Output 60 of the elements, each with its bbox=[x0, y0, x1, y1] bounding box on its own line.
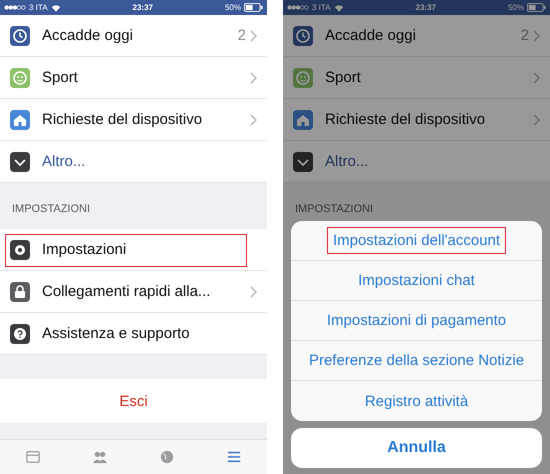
item-label: Accadde oggi bbox=[325, 27, 417, 44]
sheet-option[interactable]: Impostazioni chat bbox=[291, 261, 542, 301]
clock-time: 23:37 bbox=[132, 3, 154, 12]
count-label: 2 bbox=[520, 27, 529, 44]
count-label: 2 bbox=[238, 27, 246, 44]
smiley-ball-icon bbox=[10, 68, 30, 88]
item-label: Sport bbox=[325, 69, 362, 86]
sheet-option[interactable]: Impostazioni di pagamento bbox=[291, 301, 542, 341]
item-label: Sport bbox=[42, 69, 79, 86]
menu-item[interactable]: Richieste del dispositivo bbox=[0, 99, 267, 141]
menu-item[interactable]: Altro... bbox=[0, 141, 267, 183]
clock-icon bbox=[293, 26, 313, 46]
menu-item[interactable]: Collegamenti rapidi alla... bbox=[0, 271, 267, 313]
menu-item[interactable]: Impostazioni bbox=[0, 229, 267, 271]
carrier-name: 3 ITA bbox=[29, 3, 48, 12]
item-label: Altro... bbox=[325, 153, 370, 170]
battery-percent: 50% bbox=[508, 3, 524, 12]
clock-icon bbox=[10, 26, 30, 46]
wifi-icon bbox=[334, 4, 344, 12]
menu-item[interactable]: Assistenza e supporto bbox=[0, 313, 267, 355]
item-label: Richieste del dispositivo bbox=[42, 111, 204, 128]
newspaper-icon[interactable] bbox=[25, 450, 42, 464]
menu-item[interactable]: Richieste del dispositivo bbox=[283, 99, 550, 141]
logout-button[interactable]: Esci bbox=[0, 379, 267, 423]
wifi-icon bbox=[50, 4, 61, 12]
menu-item[interactable]: Sport bbox=[283, 57, 550, 99]
house-icon bbox=[293, 110, 313, 130]
menu-item[interactable]: Sport bbox=[0, 57, 267, 99]
item-label: Assistenza e supporto bbox=[42, 325, 191, 342]
chevron-down-icon bbox=[293, 152, 313, 172]
section-header: IMPOSTAZIONI bbox=[295, 203, 374, 215]
house-icon bbox=[10, 110, 30, 130]
settings-icon bbox=[10, 240, 30, 260]
item-label: Altro... bbox=[42, 153, 86, 170]
menu-item[interactable]: Altro... bbox=[283, 141, 550, 183]
cancel-button[interactable]: Annulla bbox=[291, 428, 542, 468]
section-header: IMPOSTAZIONI bbox=[12, 203, 90, 215]
menu-item[interactable]: Accadde oggi 2 bbox=[0, 15, 267, 57]
carrier-name: 3 ITA bbox=[312, 3, 331, 12]
signal-icon bbox=[287, 5, 309, 10]
signal-icon bbox=[4, 5, 26, 10]
sheet-option[interactable]: Preferenze della sezione Notizie bbox=[291, 341, 542, 381]
item-label: Impostazioni bbox=[42, 241, 128, 258]
item-label: Accadde oggi bbox=[42, 27, 134, 44]
battery-percent: 50% bbox=[224, 3, 241, 12]
globe-icon[interactable] bbox=[158, 450, 175, 464]
item-label: Collegamenti rapidi alla... bbox=[42, 283, 212, 300]
clock-time: 23:37 bbox=[414, 3, 437, 12]
battery-icon bbox=[244, 3, 263, 12]
smiley-ball-icon bbox=[293, 68, 313, 88]
menu-icon[interactable] bbox=[226, 450, 242, 464]
help-icon bbox=[10, 324, 30, 344]
menu-item[interactable]: Accadde oggi 2 bbox=[283, 15, 550, 57]
sheet-option[interactable]: Impostazioni dell'account bbox=[291, 221, 542, 261]
battery-icon bbox=[527, 3, 546, 12]
lock-icon bbox=[10, 282, 30, 302]
sheet-option[interactable]: Registro attività bbox=[291, 381, 542, 421]
chevron-down-icon bbox=[10, 152, 30, 172]
item-label: Richieste del dispositivo bbox=[325, 111, 486, 128]
people-icon[interactable] bbox=[92, 450, 108, 464]
